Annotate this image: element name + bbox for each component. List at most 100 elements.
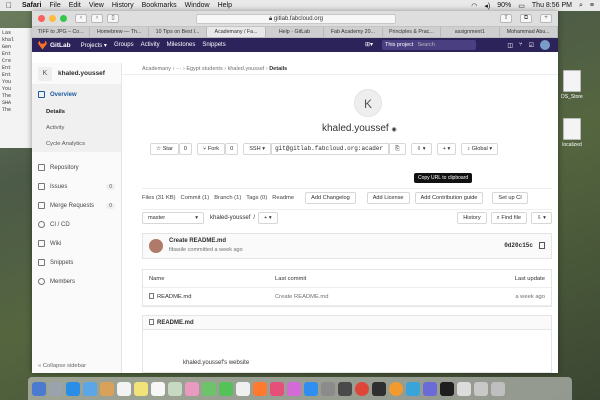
todos-icon[interactable]: ☑: [529, 42, 534, 49]
maps-icon[interactable]: [168, 381, 182, 396]
firefox-icon[interactable]: [389, 381, 403, 396]
browser-tab[interactable]: TIFF to JPG – Co...: [32, 27, 91, 37]
downloads-folder-icon[interactable]: [474, 381, 488, 396]
ibooks-icon[interactable]: [287, 381, 301, 396]
calendar-icon[interactable]: [117, 381, 131, 396]
tabs-overview-button[interactable]: ⧉: [520, 14, 532, 23]
gitlab-logo-icon[interactable]: [38, 40, 47, 50]
breadcrumb-item[interactable]: Egypt students: [186, 66, 222, 72]
menu-bookmarks[interactable]: Bookmarks: [142, 2, 177, 9]
browser-tab[interactable]: Homebrew — Th...: [90, 27, 149, 37]
menu-edit[interactable]: Edit: [69, 2, 81, 9]
gitlab-brand[interactable]: GitLab: [50, 42, 71, 49]
share-button[interactable]: ⇧: [500, 14, 512, 23]
stat-tags[interactable]: Tags (0): [246, 195, 267, 201]
photos-icon[interactable]: [185, 381, 199, 396]
commit-title[interactable]: Create README.md: [169, 238, 226, 244]
copy-url-button[interactable]: ⎘: [389, 143, 406, 155]
search-icon[interactable]: ⌕: [579, 2, 583, 10]
forward-button[interactable]: ›: [91, 14, 103, 23]
pages-icon[interactable]: [236, 381, 250, 396]
file-last-commit[interactable]: Create README.md: [275, 294, 328, 300]
merge-requests-icon[interactable]: ⑂: [519, 42, 523, 48]
menu-history[interactable]: History: [112, 2, 134, 9]
notification-dropdown[interactable]: ♪ Global ▾: [461, 143, 499, 155]
menu-list-icon[interactable]: ≡: [590, 2, 594, 9]
download-dropdown[interactable]: ⇩ ▾: [410, 143, 432, 155]
utility-app-icon[interactable]: [338, 381, 352, 396]
star-count[interactable]: 0: [178, 143, 192, 155]
committer-avatar[interactable]: [149, 239, 163, 253]
launchpad-icon[interactable]: [49, 381, 63, 396]
terminal-icon[interactable]: [440, 381, 454, 396]
battery-icon[interactable]: ▭: [518, 2, 525, 10]
breadcrumb-item[interactable]: khaled.youssef: [228, 66, 265, 72]
copy-sha-icon[interactable]: [539, 242, 545, 249]
browser-tab[interactable]: assignment1: [441, 27, 500, 37]
address-bar[interactable]: 🔒︎ gitlab.fabcloud.org: [196, 14, 396, 24]
volume-icon[interactable]: ◂): [484, 2, 490, 10]
code-editor-icon[interactable]: [423, 381, 437, 396]
download-archive-dropdown[interactable]: ⇩ ▾: [530, 212, 552, 224]
keynote-icon[interactable]: [253, 381, 267, 396]
setup-ci-button[interactable]: Set up CI: [492, 191, 528, 204]
preview-icon[interactable]: [406, 381, 420, 396]
sidebar-toggle-button[interactable]: ▯: [107, 14, 119, 23]
file-name[interactable]: README.md: [149, 293, 191, 300]
add-contribution-guide-button[interactable]: Add Contribution guide: [414, 191, 484, 204]
clock[interactable]: Thu 8:56 PM: [532, 2, 572, 9]
sidebar-item-overview[interactable]: Overview: [32, 85, 121, 104]
add-changelog-button[interactable]: Add Changelog: [305, 191, 356, 204]
sidebar-item-members[interactable]: Members: [32, 272, 121, 291]
apple-icon[interactable]: : [6, 1, 14, 10]
collapse-sidebar-button[interactable]: « Collapse sidebar: [38, 363, 86, 369]
sidebar-item-wiki[interactable]: Wiki: [32, 234, 121, 253]
safari-icon[interactable]: [66, 381, 80, 396]
stat-readme[interactable]: Readme: [272, 195, 294, 201]
nav-activity[interactable]: Activity: [141, 42, 160, 48]
nav-milestones[interactable]: Milestones: [167, 42, 196, 48]
browser-tab-active[interactable]: Academany / Fa...: [207, 27, 266, 37]
back-button[interactable]: ‹: [75, 14, 87, 23]
browser-tab[interactable]: Principles & Prac...: [383, 27, 442, 37]
stat-commits[interactable]: Commit (1): [181, 195, 210, 201]
wifi-icon[interactable]: ◠: [471, 2, 477, 10]
star-button[interactable]: ☆ Star: [150, 143, 179, 155]
finder-icon[interactable]: [32, 381, 46, 396]
sidebar-project[interactable]: K khaled.youssef: [32, 63, 121, 85]
reminders-icon[interactable]: [151, 381, 165, 396]
nav-projects[interactable]: Projects ▾: [81, 42, 107, 49]
chrome-icon[interactable]: [355, 381, 369, 396]
menu-file[interactable]: File: [49, 2, 60, 9]
issues-icon[interactable]: ◫: [507, 42, 513, 49]
mail-icon[interactable]: [83, 381, 97, 396]
clone-url-input[interactable]: git@gitlab.fabcloud.org:acader: [271, 143, 390, 155]
fork-count[interactable]: 0: [225, 143, 239, 155]
sidebar-sub-cycle-analytics[interactable]: Cycle Analytics: [32, 136, 121, 152]
facetime-icon[interactable]: [219, 381, 233, 396]
commit-sha[interactable]: 0d20c15c: [504, 242, 533, 249]
sidebar-item-merge-requests[interactable]: Merge Requests 0: [32, 196, 121, 215]
documents-folder-icon[interactable]: [457, 381, 471, 396]
menu-help[interactable]: Help: [218, 2, 232, 9]
table-row[interactable]: README.md Create README.md a week ago: [143, 288, 551, 306]
protocol-dropdown[interactable]: SSH ▾: [243, 143, 272, 155]
stat-files[interactable]: Files (31 KB): [142, 195, 176, 201]
nav-snippets[interactable]: Snippets: [202, 42, 225, 48]
app-store-icon[interactable]: [304, 381, 318, 396]
itunes-icon[interactable]: [270, 381, 284, 396]
search-input[interactable]: This project Search: [382, 40, 476, 50]
stat-branches[interactable]: Branch (1): [214, 195, 241, 201]
new-item-icon[interactable]: ⊞▾: [365, 41, 373, 48]
sidebar-item-ci-cd[interactable]: CI / CD: [32, 215, 121, 234]
sidebar-item-issues[interactable]: Issues 0: [32, 177, 121, 196]
sidebar-item-repository[interactable]: Repository: [32, 158, 121, 177]
notes-icon[interactable]: [134, 381, 148, 396]
browser-tab[interactable]: 10 Tips on Best I...: [149, 27, 208, 37]
nav-groups[interactable]: Groups: [114, 42, 134, 48]
new-tab-button[interactable]: +: [540, 14, 552, 23]
path-breadcrumb[interactable]: khaled-youssef: [210, 215, 250, 221]
close-window-icon[interactable]: [38, 15, 45, 22]
desktop-file-ds-store[interactable]: DS_Store: [552, 70, 592, 100]
sidebar-sub-details[interactable]: Details: [32, 104, 121, 120]
